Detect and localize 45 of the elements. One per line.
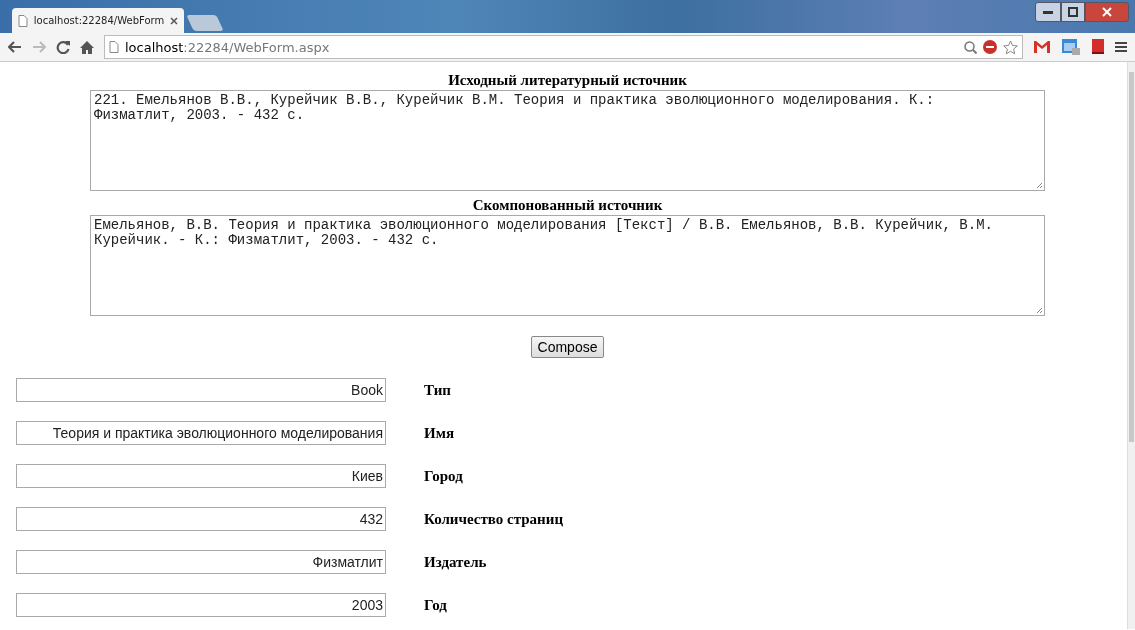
resize-handle-icon[interactable] [1037,308,1043,314]
text-field[interactable]: 2003 [16,593,386,617]
reload-icon[interactable] [56,40,70,54]
text-field[interactable]: Теория и практика эволюционного моделирования [16,421,386,445]
tab-title: localhost:22284/WebForm [33,15,165,26]
page-icon [109,41,119,53]
close-icon[interactable] [170,16,178,25]
text-field[interactable]: Киев [16,464,386,488]
section-heading: Исходный литературный источник [448,71,687,90]
back-icon[interactable] [8,41,22,53]
text-area[interactable]: Емельянов, В.В. Теория и практика эволюционного моделирования [Текст] / В.В. Емельянов, В.В. Курейчик, В.М. Курейчик. - К.: Физматлит, 2003. - 432 с. [90,215,1045,316]
zoom-icon[interactable] [964,40,977,54]
text-field[interactable]: Book [16,378,386,402]
page-icon [18,14,28,27]
resize-handle-icon[interactable] [1037,183,1043,189]
book-icon[interactable] [1091,39,1105,55]
mail-icon[interactable] [1033,40,1051,54]
field-label: Тип [424,381,451,399]
text-area[interactable]: 221. Емельянов В.В., Курейчик В.В., Курейчик В.М. Теория и практика эволюционного моделирования. К.: Физматлит, 2003. - 432 с. [90,90,1045,191]
minimize-button[interactable] [1035,2,1061,22]
section-heading: Скомпонованный источник [472,196,663,215]
star-icon[interactable] [1003,39,1018,55]
field-label: Год [424,596,447,614]
compose-button[interactable]: Compose [530,336,605,358]
field-label: Город [424,467,463,485]
new-tab-button[interactable] [186,15,224,31]
minimize-icon [1043,10,1053,14]
scrollbar[interactable] [1127,62,1135,629]
maximize-icon [1068,7,1078,17]
text-field[interactable]: 432 [16,507,386,531]
stop-sign-icon[interactable] [983,40,997,54]
field-label: Издатель [424,553,487,571]
address-bar[interactable]: localhost:22284/WebForm.aspx [104,35,1023,59]
text-field[interactable]: Физматлит [16,550,386,574]
maximize-button[interactable] [1061,2,1085,22]
field-label: Количество страниц [424,510,564,528]
calendar-icon[interactable] [1061,38,1081,56]
home-icon[interactable] [80,40,94,54]
browser-tab[interactable]: localhost:22284/WebForm [12,8,184,33]
close-icon [1102,7,1112,17]
close-button[interactable] [1085,2,1129,22]
scrollbar-thumb[interactable] [1129,72,1134,442]
url-text: localhost:22284/WebForm.aspx [125,39,330,55]
menu-icon[interactable] [1115,41,1127,53]
field-label: Имя [424,424,454,442]
